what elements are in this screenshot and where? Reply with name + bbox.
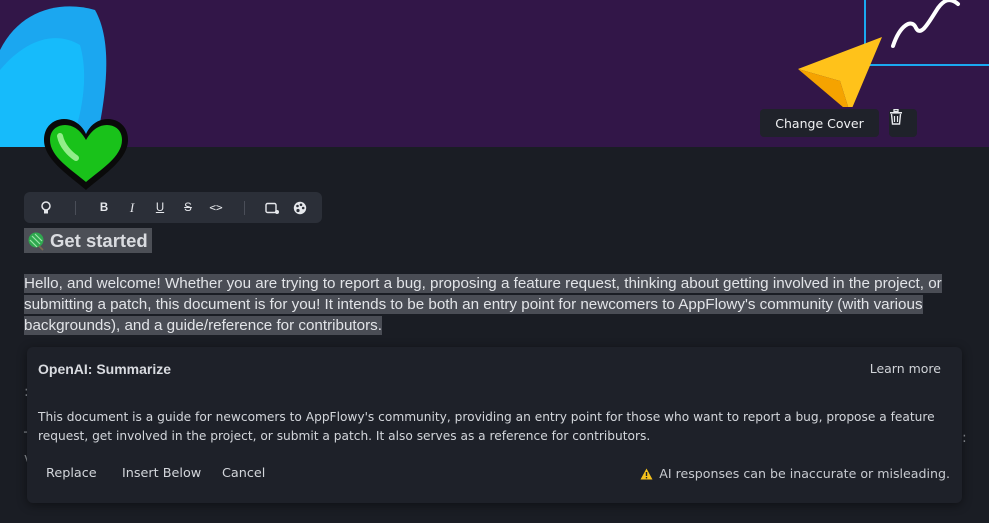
warning-icon xyxy=(640,468,653,480)
heading-text: Get started xyxy=(50,229,148,251)
balloon-icon xyxy=(26,231,46,251)
page-icon[interactable] xyxy=(40,116,136,196)
arrow-sticker-icon xyxy=(798,37,882,107)
ai-summarize-panel: OpenAI: Summarize Learn more This docume… xyxy=(27,347,962,503)
delete-cover-button[interactable] xyxy=(889,109,917,137)
change-cover-button[interactable]: Change Cover xyxy=(760,109,879,137)
italic-button[interactable]: I xyxy=(121,192,143,223)
replace-button[interactable]: Replace xyxy=(46,466,97,481)
covered-text-fragment: : xyxy=(962,430,967,446)
ai-warning: AI responses can be inaccurate or mislea… xyxy=(640,466,950,481)
insert-below-button[interactable]: Insert Below xyxy=(122,466,201,481)
image-add-icon[interactable] xyxy=(261,192,283,223)
code-button[interactable]: <> xyxy=(205,192,227,223)
green-heart-icon xyxy=(44,119,128,190)
lightbulb-icon[interactable] xyxy=(35,192,57,223)
toolbar-divider xyxy=(75,201,76,215)
format-toolbar: B I U S <> xyxy=(24,192,322,223)
trash-icon xyxy=(890,109,902,125)
cancel-button[interactable]: Cancel xyxy=(222,466,265,481)
page-cover[interactable]: Change Cover xyxy=(0,0,989,147)
intro-paragraph[interactable]: Hello, and welcome! Whether you are tryi… xyxy=(24,273,974,336)
strikethrough-button[interactable]: S xyxy=(177,192,199,223)
palette-icon[interactable] xyxy=(289,192,311,223)
paragraph-text: Hello, and welcome! Whether you are tryi… xyxy=(24,274,942,335)
ai-panel-title: OpenAI: Summarize xyxy=(38,361,172,377)
ai-warning-text: AI responses can be inaccurate or mislea… xyxy=(659,466,950,481)
learn-more-link[interactable]: Learn more xyxy=(870,361,941,376)
toolbar-divider xyxy=(244,201,245,215)
underline-button[interactable]: U xyxy=(149,192,171,223)
bold-button[interactable]: B xyxy=(93,192,115,223)
heading-block[interactable]: Get started xyxy=(24,228,152,253)
ai-summary-text: This document is a guide for newcomers t… xyxy=(38,410,935,443)
